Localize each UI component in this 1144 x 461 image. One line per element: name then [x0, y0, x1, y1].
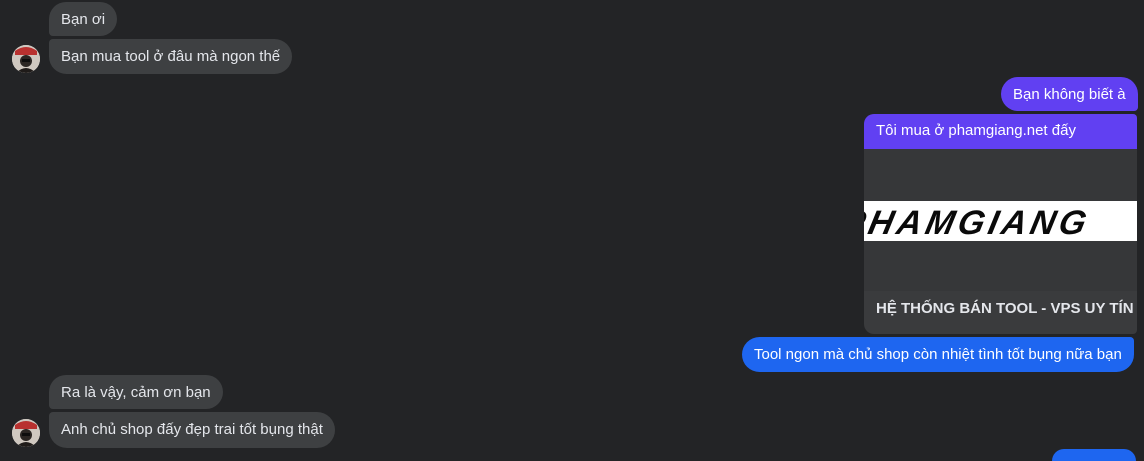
message-bubble-incoming[interactable]: Ra là vậy, cảm ơn bạn [49, 375, 223, 409]
link-preview-title: HỆ THỐNG BÁN TOOL - VPS UY TÍN [876, 300, 1134, 317]
message-bubble-incoming[interactable]: Bạn ơi [49, 2, 118, 36]
message-bubble-incoming[interactable]: Anh chủ shop đấy đẹp trai tốt bụng thật [49, 412, 335, 448]
link-preview-card[interactable]: Tôi mua ở phamgiang.net đấy PHAMGIANG HỆ… [864, 114, 1137, 334]
message-bubble-outgoing[interactable]: Bạn không biết à [1001, 77, 1138, 111]
message-bubble-outgoing-partial[interactable] [1052, 449, 1136, 461]
message-bubble-incoming[interactable]: Bạn mua tool ở đâu mà ngon thế [49, 39, 293, 74]
contact-avatar[interactable] [12, 45, 40, 73]
contact-avatar[interactable] [12, 419, 40, 447]
message-bubble-outgoing[interactable]: Tool ngon mà chủ shop còn nhiệt tình tốt… [742, 337, 1134, 372]
link-preview-image[interactable]: PHAMGIANG [864, 149, 1137, 291]
link-preview-logo-text: PHAMGIANG [864, 204, 1094, 242]
message-bubble-outgoing: Tôi mua ở phamgiang.net đấy [864, 114, 1137, 149]
